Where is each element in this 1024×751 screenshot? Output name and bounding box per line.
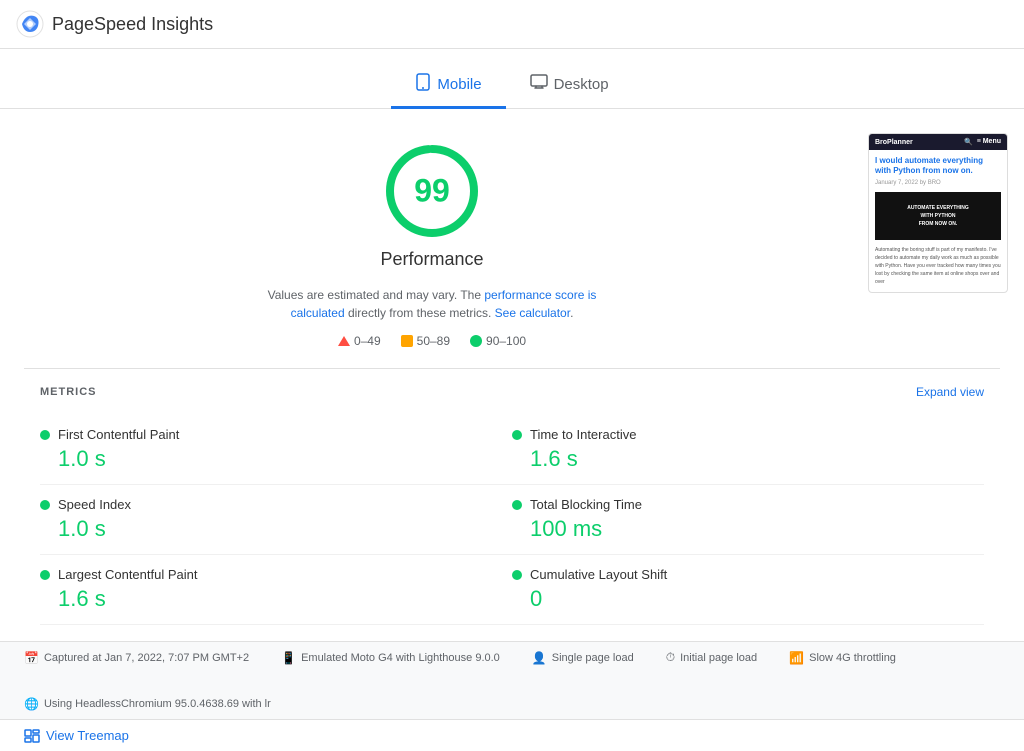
tab-mobile[interactable]: Mobile (391, 63, 505, 109)
preview-article-image: AUTOMATE EVERYTHINGWITH PYTHONFROM NOW O… (875, 192, 1001, 240)
metric-si: Speed Index 1.0 s (40, 485, 512, 555)
preview-nav-icons: 🔍 ≡ Menu (964, 138, 1001, 146)
footer-page-load: ⏱ Initial page load (666, 650, 757, 665)
fail-range: 0–49 (354, 334, 381, 348)
desktop-tab-label: Desktop (554, 76, 609, 93)
load-type-text: Single page load (552, 652, 634, 664)
metric-fcp: First Contentful Paint 1.0 s (40, 415, 512, 485)
search-icon: 🔍 (964, 138, 973, 146)
metrics-title: METRICS (40, 386, 97, 398)
throttling-text: Slow 4G throttling (809, 652, 896, 664)
lcp-value: 1.6 s (40, 586, 512, 612)
browser-text: Using HeadlessChromium 95.0.4638.69 with… (44, 698, 271, 710)
phone-icon: 📱 (281, 651, 296, 665)
average-icon (401, 335, 413, 347)
metrics-section: METRICS Expand view First Contentful Pai… (0, 369, 1024, 641)
preview-header: BroPlanner 🔍 ≡ Menu (869, 134, 1007, 150)
preview-article-meta: January 7, 2022 by BRO (875, 180, 1001, 186)
pass-icon (470, 335, 482, 347)
tabs-bar: Mobile Desktop (0, 49, 1024, 109)
tbt-value: 100 ms (512, 516, 984, 542)
footer-load-type: 👤 Single page load (532, 650, 634, 665)
device-text: Emulated Moto G4 with Lighthouse 9.0.0 (301, 652, 500, 664)
cls-status-dot (512, 570, 522, 580)
page-load-text: Initial page load (680, 652, 757, 664)
site-preview-card: BroPlanner 🔍 ≡ Menu I would automate eve… (868, 133, 1008, 293)
metric-tbt: Total Blocking Time 100 ms (512, 485, 984, 555)
si-label: Speed Index (58, 497, 131, 512)
fcp-value: 1.0 s (40, 446, 512, 472)
metric-tti: Time to Interactive 1.6 s (512, 415, 984, 485)
calculator-link[interactable]: See calculator (495, 306, 570, 320)
footer-throttling: 📶 Slow 4G throttling (789, 650, 896, 665)
tti-status-dot (512, 430, 522, 440)
metric-cls: Cumulative Layout Shift 0 (512, 555, 984, 625)
view-treemap-label: View Treemap (46, 728, 129, 743)
footer-browser: 🌐 Using HeadlessChromium 95.0.4638.69 wi… (24, 697, 271, 711)
cls-value: 0 (512, 586, 984, 612)
score-section: 99 Performance Values are estimated and … (0, 109, 864, 368)
score-label: Performance (380, 249, 483, 270)
app-title: PageSpeed Insights (52, 14, 213, 35)
expand-view-button[interactable]: Expand view (916, 385, 984, 399)
view-treemap-bar: View Treemap (0, 719, 1024, 751)
metrics-header: METRICS Expand view (40, 385, 984, 399)
wifi-icon: 📶 (789, 651, 804, 665)
calendar-icon: 📅 (24, 651, 39, 665)
fail-icon (338, 336, 350, 346)
mobile-tab-icon (415, 73, 431, 96)
desktop-tab-icon (530, 74, 548, 95)
metrics-grid: First Contentful Paint 1.0 s Time to Int… (40, 415, 984, 625)
score-value: 99 (414, 173, 450, 210)
lcp-label: Largest Contentful Paint (58, 567, 197, 582)
footer-capture-time: 📅 Captured at Jan 7, 2022, 7:07 PM GMT+2 (24, 650, 249, 665)
preview-site-name: BroPlanner (875, 139, 913, 146)
preview-article-title: I would automate everything with Python … (875, 156, 1001, 177)
capture-time-text: Captured at Jan 7, 2022, 7:07 PM GMT+2 (44, 652, 249, 664)
score-circle: 99 (382, 141, 482, 241)
legend-average: 50–89 (401, 334, 450, 348)
logo-container: PageSpeed Insights (16, 10, 213, 38)
score-note: Values are estimated and may vary. The p… (242, 286, 622, 322)
tbt-label: Total Blocking Time (530, 497, 642, 512)
legend-fail: 0–49 (338, 334, 381, 348)
timer-icon: ⏱ (666, 650, 675, 665)
site-preview-section: BroPlanner 🔍 ≡ Menu I would automate eve… (864, 109, 1024, 368)
menu-icon: ≡ Menu (977, 138, 1001, 146)
si-status-dot (40, 500, 50, 510)
app-header: PageSpeed Insights (0, 0, 1024, 49)
browser-icon: 🌐 (24, 697, 39, 711)
main-content: 99 Performance Values are estimated and … (0, 109, 1024, 368)
treemap-icon (24, 729, 40, 743)
score-legend: 0–49 50–89 90–100 (338, 334, 526, 348)
lcp-status-dot (40, 570, 50, 580)
fcp-status-dot (40, 430, 50, 440)
preview-body: I would automate everything with Python … (869, 150, 1007, 292)
footer-device: 📱 Emulated Moto G4 with Lighthouse 9.0.0 (281, 650, 500, 665)
tab-desktop[interactable]: Desktop (506, 64, 633, 108)
metric-lcp: Largest Contentful Paint 1.6 s (40, 555, 512, 625)
user-icon: 👤 (532, 651, 547, 665)
pagespeed-logo-icon (16, 10, 44, 38)
si-value: 1.0 s (40, 516, 512, 542)
view-treemap-link[interactable]: View Treemap (24, 728, 129, 743)
preview-article-body: Automating the boring stuff is part of m… (875, 246, 1001, 286)
tbt-status-dot (512, 500, 522, 510)
tti-label: Time to Interactive (530, 427, 636, 442)
average-range: 50–89 (417, 334, 450, 348)
cls-label: Cumulative Layout Shift (530, 567, 667, 582)
legend-pass: 90–100 (470, 334, 526, 348)
mobile-tab-label: Mobile (437, 76, 481, 93)
tti-value: 1.6 s (512, 446, 984, 472)
fcp-label: First Contentful Paint (58, 427, 179, 442)
pass-range: 90–100 (486, 334, 526, 348)
footer-bar: 📅 Captured at Jan 7, 2022, 7:07 PM GMT+2… (0, 641, 1024, 719)
